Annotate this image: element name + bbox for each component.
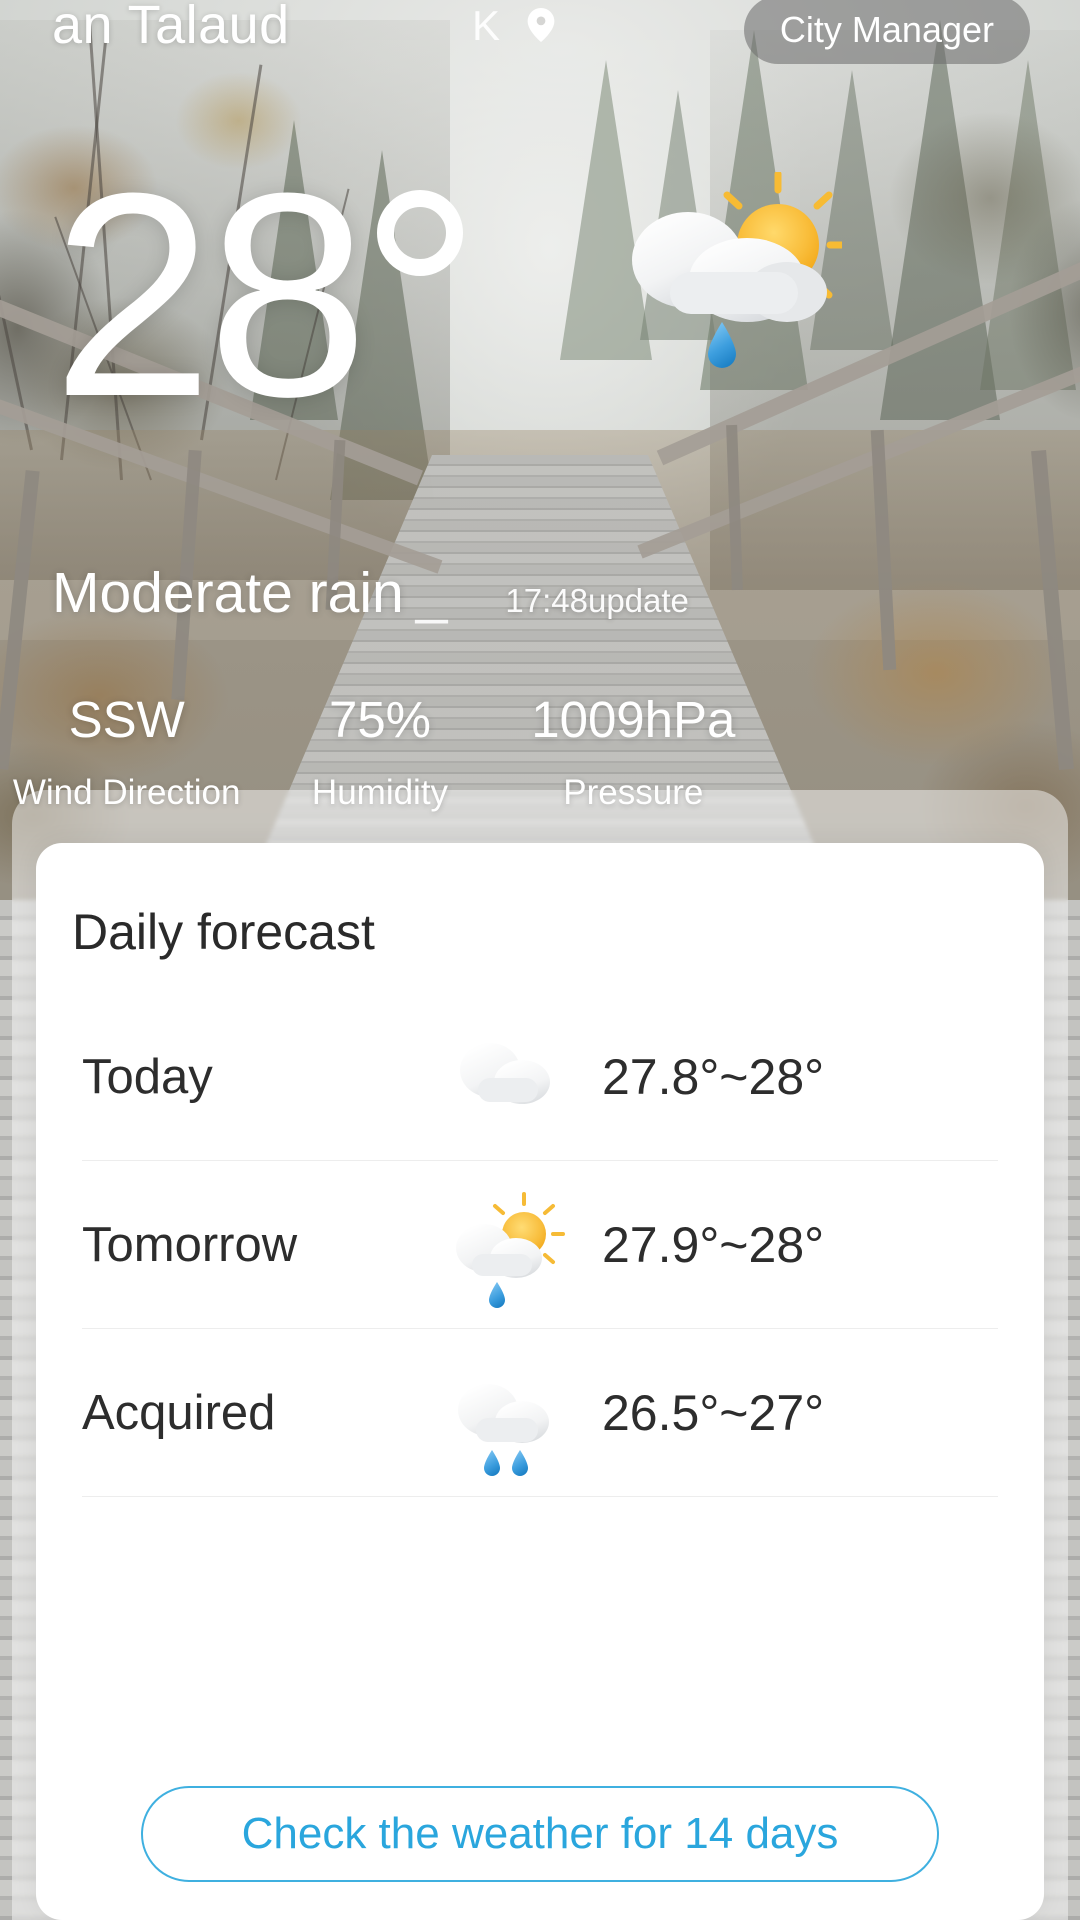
temperature-value: 28 xyxy=(52,133,369,457)
metric-value: SSW xyxy=(68,691,185,748)
weather-app-screen: an Talaud K City Manager 28 Moderate rai… xyxy=(0,0,1080,1920)
city-name[interactable]: an Talaud xyxy=(52,0,290,56)
sun-behind-cloud-rain-icon xyxy=(412,1190,602,1308)
metric-pressure: 1009hPa Pressure xyxy=(507,690,760,813)
cloud-icon xyxy=(412,1022,602,1132)
forecast-row-tomorrow[interactable]: Tomorrow 27.9°~28° xyxy=(82,1161,998,1329)
city-manager-button[interactable]: City Manager xyxy=(743,0,1030,64)
forecast-temp-range: 26.5°~27° xyxy=(602,1384,825,1441)
temperature-value-wrap: 28 xyxy=(52,133,463,457)
metrics-row: SSW Wind Direction 75% Humidity 1009hPa … xyxy=(0,690,760,813)
forecast-day-label: Acquired xyxy=(82,1385,276,1440)
condition-text: Moderate rain xyxy=(52,561,404,625)
forecast-day-label: Tomorrow xyxy=(82,1217,298,1272)
forecast-day-label: Today xyxy=(82,1049,213,1104)
cta-wrapper: Check the weather for 14 days xyxy=(36,1786,1044,1882)
metric-label: Humidity xyxy=(311,773,449,812)
forecast-rows: Today 27.8°~28° Tomorrow 27.9°~28° Acqui… xyxy=(36,993,1044,1497)
metric-label: Pressure xyxy=(563,773,704,812)
location-pin-icon[interactable] xyxy=(526,8,556,42)
raindrop-icon xyxy=(708,322,736,368)
cloud-with-rain-icon xyxy=(412,1358,602,1476)
condition-row: Moderate rain _ 17:48update xyxy=(52,560,689,626)
forecast-temp-range: 27.9°~28° xyxy=(602,1216,825,1273)
current-weather-icon xyxy=(612,170,848,402)
forecast-row-today[interactable]: Today 27.8°~28° xyxy=(82,993,998,1161)
metric-humidity: 75% Humidity xyxy=(253,690,506,813)
metric-value: 1009hPa xyxy=(531,691,736,748)
forecast-row-acquired[interactable]: Acquired 26.5°~27° xyxy=(82,1329,998,1497)
check-14-day-weather-button[interactable]: Check the weather for 14 days xyxy=(141,1786,939,1882)
current-temperature-block: 28 xyxy=(52,133,463,457)
metric-value: 75% xyxy=(328,691,432,748)
metric-label: Wind Direction xyxy=(12,773,241,812)
metric-wind-direction: SSW Wind Direction xyxy=(0,690,253,813)
degree-symbol-icon xyxy=(376,190,463,276)
condition-separator: _ xyxy=(415,561,448,625)
update-time: 17:48update xyxy=(505,582,689,619)
forecast-temp-range: 27.8°~28° xyxy=(602,1048,825,1105)
daily-forecast-title: Daily forecast xyxy=(72,904,375,960)
k-glyph: K xyxy=(472,2,501,49)
daily-forecast-card: Daily forecast Today 27.8°~28° Tomorrow … xyxy=(36,843,1044,1920)
top-bar: an Talaud K City Manager xyxy=(0,0,1080,64)
